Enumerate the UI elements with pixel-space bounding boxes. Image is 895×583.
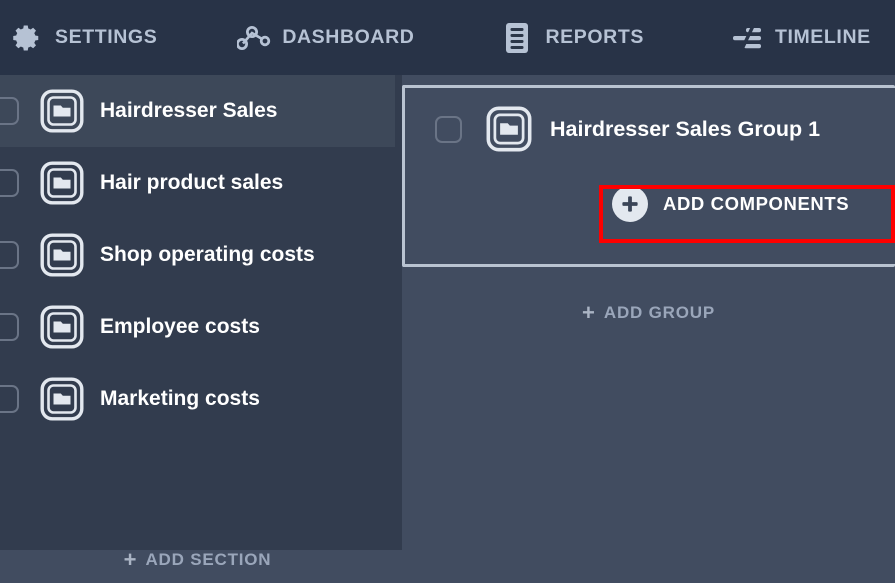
plus-icon: +	[123, 546, 137, 572]
section-checkbox[interactable]	[0, 241, 19, 269]
toolbar-item-timeline[interactable]: TIMELINE	[730, 0, 871, 75]
add-section-label: ADD SECTION	[145, 550, 272, 569]
folder-icon	[40, 89, 84, 133]
add-group-button[interactable]: + ADD GROUP	[402, 293, 895, 333]
gear-icon	[10, 21, 44, 55]
toolbar-label-reports: REPORTS	[545, 26, 644, 48]
toolbar-label-dashboard: DASHBOARD	[282, 26, 415, 48]
section-checkbox[interactable]	[0, 313, 19, 341]
sidebar-section-row[interactable]: Shop operating costs	[0, 219, 395, 291]
sidebar-section-row[interactable]: Hairdresser Sales	[0, 75, 395, 147]
add-components-label: ADD COMPONENTS	[663, 193, 850, 214]
toolbar-item-dashboard[interactable]: DASHBOARD	[237, 0, 414, 75]
section-label: Hair product sales	[100, 171, 284, 194]
section-label: Employee costs	[100, 315, 260, 338]
sections-sidebar: Hairdresser Sales Hair product sales Sho…	[0, 75, 395, 570]
group-card-header: Hairdresser Sales Group 1	[405, 104, 820, 154]
sidebar-section-row[interactable]: Marketing costs	[0, 363, 395, 435]
group-checkbox[interactable]	[435, 115, 462, 143]
document-lines-icon	[500, 21, 534, 55]
sidebar-section-row[interactable]: Employee costs	[0, 291, 395, 363]
toolbar-label-settings: SETTINGS	[55, 26, 158, 48]
section-checkbox[interactable]	[0, 169, 19, 197]
app-root: SETTINGS DASHBOARD REPORTS TIMELINE Hair…	[0, 0, 895, 570]
add-components-button[interactable]: ADD COMPONENTS	[612, 182, 849, 226]
top-toolbar: SETTINGS DASHBOARD REPORTS TIMELINE	[0, 0, 895, 75]
section-checkbox[interactable]	[0, 385, 19, 413]
folder-icon	[40, 305, 84, 349]
panel-divider	[395, 75, 402, 550]
network-nodes-icon	[237, 21, 271, 55]
plus-icon: +	[582, 299, 595, 325]
sidebar-section-row[interactable]: Hair product sales	[0, 147, 395, 219]
timeline-bars-icon	[730, 21, 764, 55]
section-checkbox[interactable]	[0, 97, 19, 125]
folder-icon	[486, 106, 532, 152]
toolbar-item-reports[interactable]: REPORTS	[500, 0, 643, 75]
folder-icon	[40, 377, 84, 421]
plus-circle-icon	[612, 186, 648, 222]
add-section-button[interactable]: + ADD SECTION	[0, 537, 395, 583]
section-label: Shop operating costs	[100, 243, 315, 266]
toolbar-item-settings[interactable]: SETTINGS	[10, 0, 157, 75]
folder-icon	[40, 233, 84, 277]
folder-icon	[40, 161, 84, 205]
section-label: Hairdresser Sales	[100, 99, 278, 122]
section-label: Marketing costs	[100, 387, 260, 410]
toolbar-label-timeline: TIMELINE	[774, 26, 871, 48]
group-title: Hairdresser Sales Group 1	[550, 116, 821, 141]
add-group-label: ADD GROUP	[603, 303, 715, 322]
group-card[interactable]: Hairdresser Sales Group 1 ADD COMPONENTS	[402, 85, 895, 267]
groups-panel: Hairdresser Sales Group 1 ADD COMPONENTS…	[395, 75, 895, 550]
